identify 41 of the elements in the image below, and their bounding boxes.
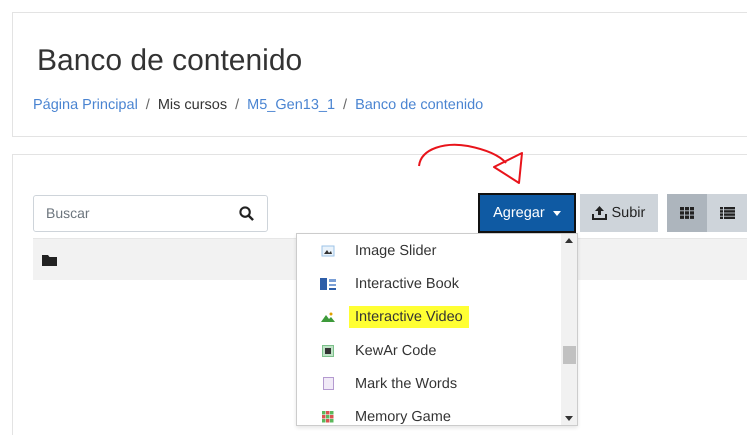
- add-button[interactable]: Agregar: [478, 193, 576, 233]
- page-title: Banco de contenido: [37, 43, 304, 79]
- breadcrumb-link[interactable]: Página Principal: [33, 97, 138, 113]
- upload-icon: [592, 206, 608, 220]
- menu-item[interactable]: KewAr Code: [297, 334, 561, 368]
- scroll-down-icon: [565, 416, 573, 421]
- folder-icon: [42, 254, 57, 266]
- caret-icon: [552, 210, 561, 216]
- grid-icon: [680, 207, 694, 219]
- menu-item-label: Memory Game: [354, 408, 452, 425]
- breadcrumb-separator: /: [146, 97, 150, 113]
- landscape-icon: [321, 312, 335, 322]
- image-icon: [321, 244, 335, 257]
- tiles-icon: [322, 411, 334, 424]
- breadcrumb-link[interactable]: Banco de contenido: [355, 97, 484, 113]
- menu-item[interactable]: Image Slider: [297, 234, 561, 268]
- search-icon: [239, 206, 254, 220]
- menu-item-label: KewAr Code: [354, 342, 438, 361]
- menu-item-label: Mark the Words: [354, 374, 458, 394]
- upload-button[interactable]: Subir: [580, 194, 658, 232]
- menu-item-label: Image Slider: [354, 242, 438, 261]
- search-field[interactable]: Buscar: [33, 194, 268, 232]
- scrollbar[interactable]: [561, 234, 577, 425]
- menu-item[interactable]: Interactive Video: [297, 300, 561, 334]
- menu-item[interactable]: Mark the Words: [297, 367, 561, 400]
- menu-item-label: Interactive Video: [349, 306, 469, 328]
- menu-item[interactable]: Memory Game: [297, 400, 561, 425]
- breadcrumb-separator: /: [235, 97, 240, 113]
- scroll-up-icon: [565, 238, 573, 243]
- document-icon: [322, 377, 334, 390]
- breadcrumb-separator: /: [343, 97, 348, 113]
- book-icon: [320, 278, 336, 290]
- menu-item[interactable]: Interactive Book: [297, 267, 561, 301]
- code-icon: [322, 344, 334, 357]
- menu-item-label: Interactive Book: [354, 274, 460, 294]
- breadcrumb-link[interactable]: M5_Gen13_1: [247, 97, 336, 113]
- breadcrumb-text: Mis cursos: [158, 97, 228, 113]
- scroll-thumb[interactable]: [563, 346, 576, 364]
- list-icon: [720, 207, 734, 219]
- list-view-button[interactable]: [707, 194, 747, 232]
- grid-view-button[interactable]: [667, 194, 707, 232]
